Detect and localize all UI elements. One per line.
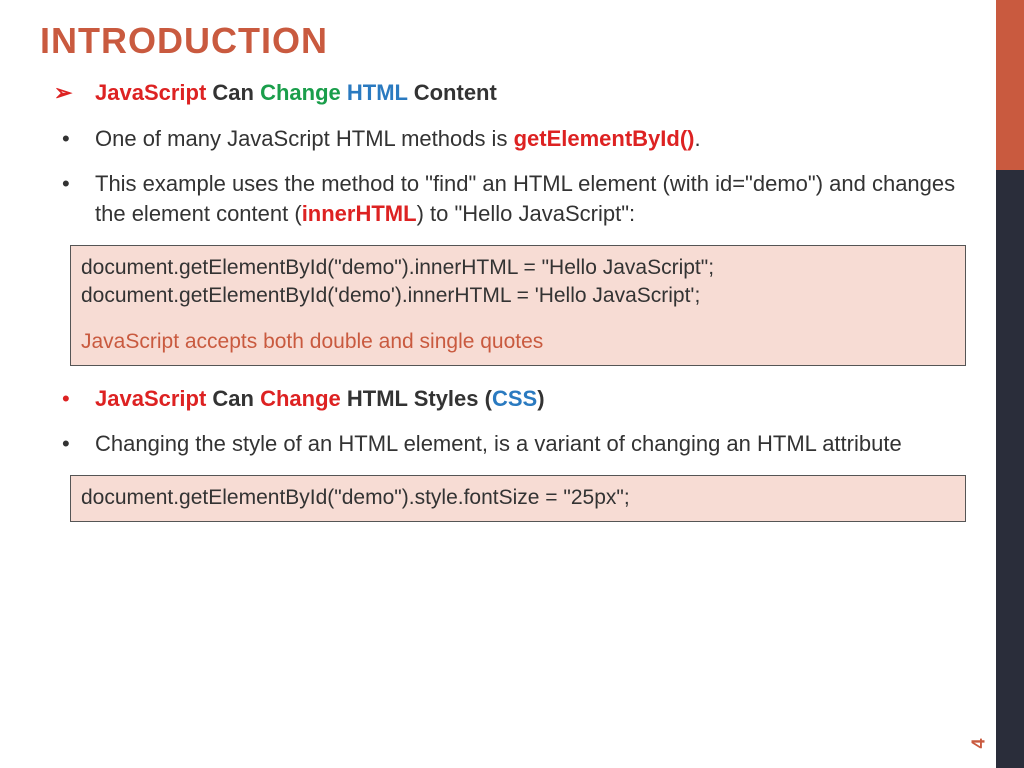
text-innerhtml: innerHTML xyxy=(302,201,417,226)
text-css: CSS xyxy=(492,386,537,411)
slide-title: INTRODUCTION xyxy=(40,20,966,62)
text-javascript: JavaScript xyxy=(95,386,206,411)
text-can: Can xyxy=(206,80,260,105)
text-body: . xyxy=(694,126,700,151)
text-body: One of many JavaScript HTML methods is xyxy=(95,126,514,151)
text-post: ) xyxy=(537,386,544,411)
text-change: Change xyxy=(260,386,341,411)
bullet-heading-1: JavaScript Can Change HTML Content xyxy=(40,78,966,108)
bullet-item: This example uses the method to "find" a… xyxy=(40,169,966,228)
code-line: document.getElementById("demo").style.fo… xyxy=(81,484,955,512)
text-method: getElementById() xyxy=(514,126,695,151)
slide-content: INTRODUCTION JavaScript Can Change HTML … xyxy=(0,0,996,768)
code-line: document.getElementById('demo').innerHTM… xyxy=(81,282,955,310)
bullet-list: JavaScript Can Change HTML Content One o… xyxy=(40,78,966,522)
text-change: Change xyxy=(260,80,341,105)
text-mid: HTML Styles ( xyxy=(341,386,492,411)
text-javascript: JavaScript xyxy=(95,80,206,105)
code-line: document.getElementById("demo").innerHTM… xyxy=(81,254,955,282)
text-content: Content xyxy=(408,80,497,105)
code-block-1: document.getElementById("demo").innerHTM… xyxy=(70,245,966,366)
sidebar-accent-bottom xyxy=(996,170,1024,768)
text-body: ) to "Hello JavaScript": xyxy=(417,201,636,226)
bullet-item: One of many JavaScript HTML methods is g… xyxy=(40,124,966,154)
bullet-heading-2: JavaScript Can Change HTML Styles (CSS) xyxy=(40,384,966,414)
code-note: JavaScript accepts both double and singl… xyxy=(81,328,955,356)
page-number: 4 xyxy=(968,738,989,748)
text-html: HTML xyxy=(347,80,408,105)
sidebar-accent-top xyxy=(996,0,1024,170)
text-can: Can xyxy=(206,386,260,411)
code-block-2: document.getElementById("demo").style.fo… xyxy=(70,475,966,521)
bullet-item: Changing the style of an HTML element, i… xyxy=(40,429,966,459)
